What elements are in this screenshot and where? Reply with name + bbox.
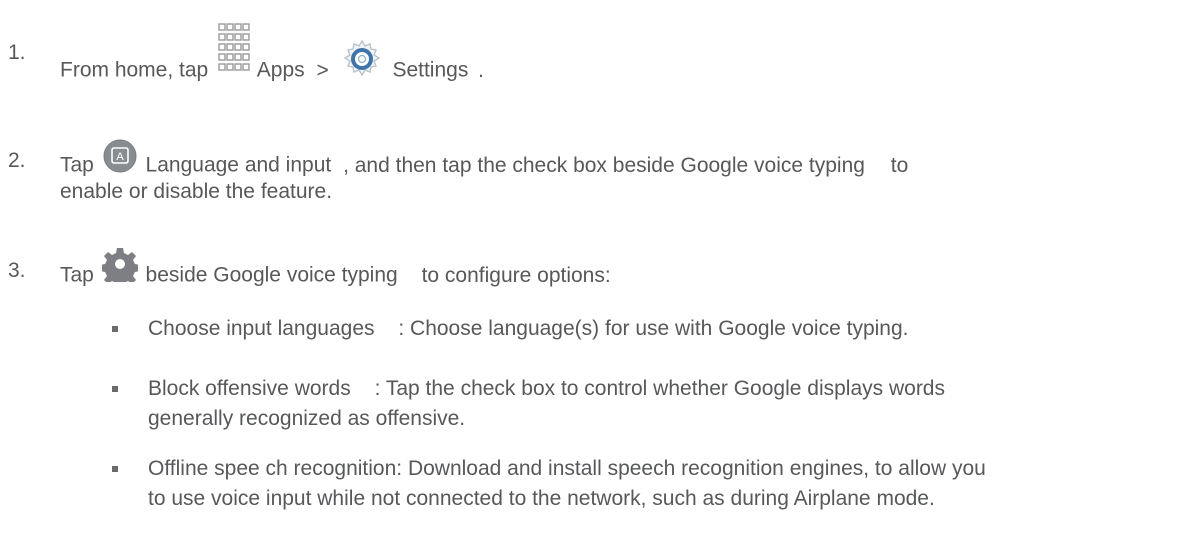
step-2-line-2: enable or disable the feature. — [60, 179, 332, 205]
step-1-end: . — [478, 58, 485, 82]
option-1: Choose input languages : Choose language… — [148, 316, 908, 342]
step-1: 1. — [8, 40, 26, 66]
bullet-1 — [112, 326, 118, 332]
language-label: Language and input — [145, 153, 332, 177]
svg-text:A: A — [116, 151, 124, 163]
step-2-line-1-rest: , and then tap the check box beside Goog… — [343, 153, 865, 177]
bullet-2 — [112, 386, 118, 392]
apps-grid-icon — [216, 22, 250, 84]
step-3-number: 3. — [8, 258, 26, 284]
option-2-desc-2: generally recognized as offensive. — [148, 407, 466, 430]
option-1-label: Choose input languages — [148, 317, 375, 340]
step-2-number: 2. — [8, 148, 26, 174]
gear-icon — [99, 246, 140, 288]
option-2-line-1: Block offensive words : Tap the check bo… — [148, 376, 945, 402]
step-1-number: 1. — [8, 41, 26, 64]
option-3-label: Offline spee ch recognition — [148, 457, 397, 480]
step-2-tap: Tap — [60, 153, 94, 177]
option-2-desc-1: : Tap the check box to control whether G… — [374, 377, 945, 400]
option-3-desc-1: : Download and install speech recognitio… — [396, 457, 986, 480]
step-1-separator: > — [316, 58, 329, 82]
step-2-number-text: 2. — [8, 149, 26, 172]
option-3-desc-2: to use voice input while not connected t… — [148, 487, 935, 510]
step-3-rest-a: beside Google voice typing — [145, 263, 398, 287]
step-3-tap: Tap — [60, 263, 94, 287]
option-1-desc: : Choose language(s) for use with Google… — [398, 317, 909, 340]
apps-label: Apps — [256, 58, 305, 82]
step-3-number-text: 3. — [8, 259, 26, 282]
option-3-line-2: to use voice input while not connected t… — [148, 486, 935, 512]
step-2-line-2-text: enable or disable the feature. — [60, 180, 333, 203]
option-2-line-2: generally recognized as offensive. — [148, 406, 465, 432]
step-3-rest-b: to configure options: — [421, 263, 611, 287]
settings-gear-icon — [341, 38, 383, 80]
option-2-label: Block offensive words — [148, 377, 351, 400]
step-1-text-before: From home, tap — [60, 58, 209, 82]
step-2-line-1-end: to — [890, 153, 909, 177]
language-a-icon: A — [102, 138, 138, 174]
step-1-text: From home, tap Apps > Settings . — [60, 23, 485, 102]
option-3-line-1: Offline spee ch recognition: Download an… — [148, 456, 986, 482]
settings-label: Settings — [392, 58, 469, 82]
step-3-line: Tap beside Google voice typing to config… — [60, 248, 611, 294]
bullet-3 — [112, 466, 118, 472]
